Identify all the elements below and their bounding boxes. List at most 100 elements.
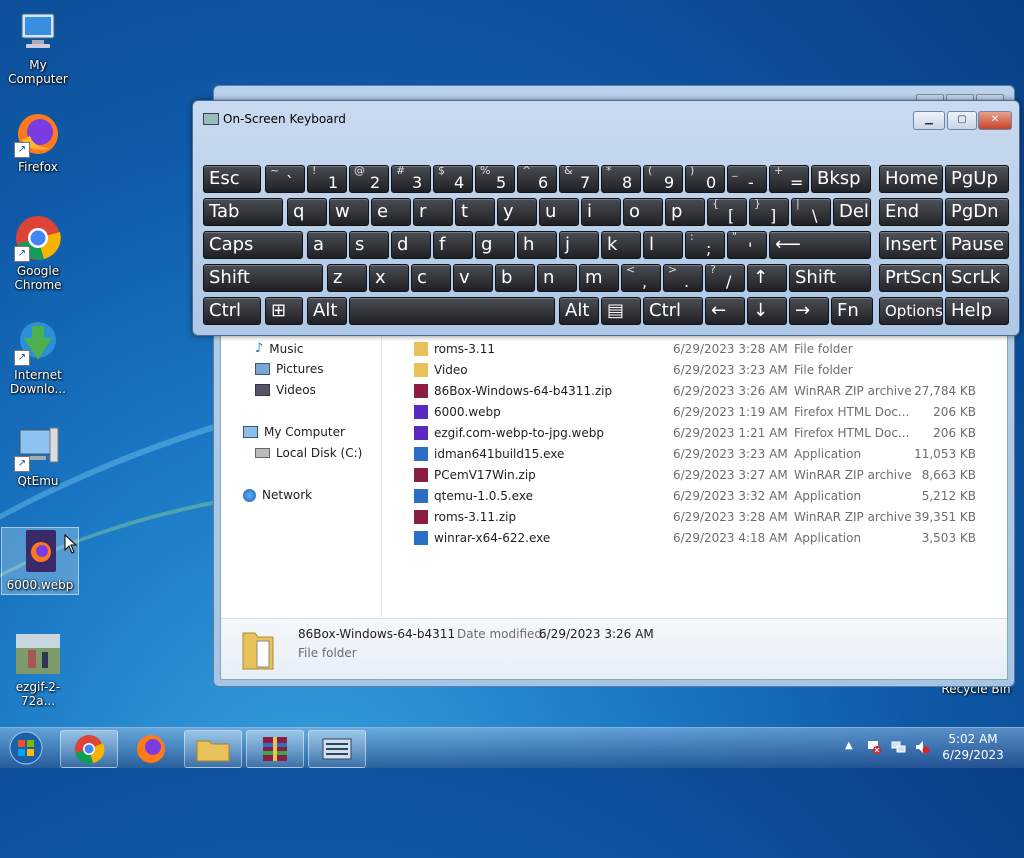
key-m[interactable]: m [579,264,619,292]
key-y[interactable]: y [497,198,537,226]
key-u[interactable]: u [539,198,579,226]
key-slash[interactable]: ? / [705,264,745,292]
file-row[interactable]: qtemu-1.0.5.exe 6/29/2023 3:32 AM Applicat… [396,486,976,507]
key-f[interactable]: f [433,231,473,259]
key-d[interactable]: d [391,231,431,259]
key-scrlk[interactable]: ScrLk [945,264,1009,292]
key-4[interactable]: $4 [433,165,473,193]
key-l[interactable]: l [643,231,683,259]
desktop-icon-my-computer[interactable]: My Computer [0,8,76,86]
desktop-icon-google-chrome[interactable]: ↗ Google Chrome [0,214,76,292]
maximize-button[interactable]: ▢ [947,111,977,130]
key-7[interactable]: & 7 [559,165,599,193]
desktop-icon-firefox[interactable]: ↗ Firefox [0,110,76,174]
key-help[interactable]: Help [945,297,1009,325]
nav-item-network[interactable]: Network [243,488,312,502]
taskbar-explorer-button[interactable] [184,730,242,768]
key-rbracket[interactable]: }] [749,198,789,226]
key-8[interactable]: * 8 [601,165,641,193]
taskbar-firefox-button[interactable] [122,730,180,768]
key-right-arrow[interactable]: → [789,297,829,325]
key-alt-right[interactable]: Alt [559,297,599,325]
key-tab[interactable]: Tab [203,198,283,226]
key-t[interactable]: t [455,198,495,226]
key-enter[interactable]: ⟵ [769,231,871,259]
key-comma[interactable]: <, [621,264,661,292]
desktop-icon-ezgif-image[interactable]: ezgif-2-72a... [0,630,76,708]
key-quote[interactable]: " ' [727,231,767,259]
key-o[interactable]: o [623,198,663,226]
nav-item-music[interactable]: ♪ Music [255,341,303,356]
nav-item-local-disk[interactable]: Local Disk (C:) [255,446,362,460]
key-down-arrow[interactable]: ↓ [747,297,787,325]
key-g[interactable]: g [475,231,515,259]
file-row[interactable]: 86Box-Windows-64-b4311.zip 6/29/2023 3:26… [396,381,976,402]
taskbar-osk-button[interactable] [308,730,366,768]
key-n[interactable]: n [537,264,577,292]
key-backslash[interactable]: | \ [791,198,831,226]
key-r[interactable]: r [413,198,453,226]
key-menu[interactable]: ▤ [601,297,641,325]
show-hidden-icons-button[interactable]: ▲ [845,740,853,751]
file-row[interactable]: winrar-x64-622.exe 6/29/2023 4:18 AM Appli… [396,528,976,549]
key-home[interactable]: Home [879,165,943,193]
key-s[interactable]: s [349,231,389,259]
key-6[interactable]: ^ 6 [517,165,557,193]
key-a[interactable]: a [307,231,347,259]
key-h[interactable]: h [517,231,557,259]
file-row[interactable]: 6000.webp 6/29/2023 1:19 AM Firefox HTML D… [396,402,976,423]
key-fn[interactable]: Fn [831,297,873,325]
key-x[interactable]: x [369,264,409,292]
key-c[interactable]: c [411,264,451,292]
file-row[interactable]: ezgif.com-webp-to-jpg.webp 6/29/2023 1:21… [396,423,976,444]
key-minus[interactable]: _ - [727,165,767,193]
key-1[interactable]: ! 1 [307,165,347,193]
volume-muted-icon[interactable] [914,739,930,755]
clock[interactable]: 5:02 AM 6/29/2023 [938,732,1008,762]
key-tilde[interactable]: ~ ` [265,165,305,193]
taskbar-winrar-button[interactable] [246,730,304,768]
nav-item-my-computer[interactable]: My Computer [243,425,345,439]
key-b[interactable]: b [495,264,535,292]
key-ctrl-right[interactable]: Ctrl [643,297,703,325]
key-insert[interactable]: Insert [879,231,943,259]
key-alt-left[interactable]: Alt [307,297,347,325]
nav-item-videos[interactable]: Videos [255,383,316,397]
key-pgdn[interactable]: PgDn [945,198,1009,226]
key-k[interactable]: k [601,231,641,259]
key-options[interactable]: Options [879,297,943,325]
file-row[interactable]: idman641build15.exe 6/29/2023 3:23 AM Appl… [396,444,976,465]
network-icon[interactable] [890,739,906,755]
key-esc[interactable]: Esc [203,165,261,193]
key-space[interactable] [349,297,555,325]
key-end[interactable]: End [879,198,943,226]
key-0[interactable]: ) 0 [685,165,725,193]
nav-item-pictures[interactable]: Pictures [255,362,324,376]
key-del[interactable]: Del [833,198,871,226]
key-pgup[interactable]: PgUp [945,165,1009,193]
key-caps[interactable]: Caps [203,231,303,259]
on-screen-keyboard-window[interactable]: On-Screen Keyboard ▁ ▢ ✕ Esc ~ `! 1 @2 #3 $4% 5… [192,100,1020,336]
key-equals[interactable]: + = [769,165,809,193]
minimize-button[interactable]: ▁ [913,111,945,130]
desktop-icon-internet-download-manager[interactable]: ↗ Internet Downlo... [0,318,76,396]
file-row[interactable]: PCemV17Win.zip 6/29/2023 3:27 AM WinRAR ZI… [396,465,976,486]
key-ctrl-left[interactable]: Ctrl [203,297,261,325]
key-3[interactable]: #3 [391,165,431,193]
key-backspace[interactable]: Bksp [811,165,871,193]
key-pause[interactable]: Pause [945,231,1009,259]
key-z[interactable]: z [327,264,367,292]
key-period[interactable]: >. [663,264,703,292]
file-row[interactable]: Video 6/29/2023 3:23 AM File folder [396,360,976,381]
key-e[interactable]: e [371,198,411,226]
key-left-arrow[interactable]: ← [705,297,745,325]
action-center-flag-icon[interactable] [866,739,882,755]
key-9[interactable]: (9 [643,165,683,193]
key-prtscn[interactable]: PrtScn [879,264,943,292]
key-j[interactable]: j [559,231,599,259]
key-shift-left[interactable]: Shift [203,264,323,292]
key-windows[interactable]: ⊞ [265,297,303,325]
start-button[interactable] [6,730,46,766]
file-row[interactable]: roms-3.11.zip 6/29/2023 3:28 AM WinRAR ZIP… [396,507,976,528]
key-semicolon[interactable]: :; [685,231,725,259]
